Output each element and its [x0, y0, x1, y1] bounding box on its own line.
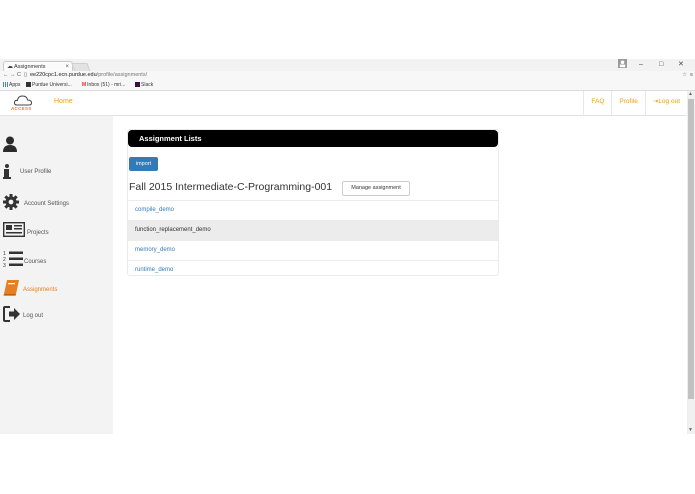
bookmark-label: Apps: [9, 82, 21, 88]
sidebar-item-label: Log out: [23, 313, 44, 319]
app-header: ACCESS Home FAQ Profile ⇥Log out: [0, 91, 695, 116]
bookmark-inbox[interactable]: MInbox (51) - mri...: [82, 80, 125, 90]
bookmark-apps[interactable]: Apps: [3, 80, 20, 90]
bookmark-label: Inbox (51) - mri...: [87, 82, 126, 88]
bookmark-purdue[interactable]: Purdue Universi...: [26, 80, 72, 90]
close-window-icon[interactable]: ✕: [678, 59, 684, 71]
menu-icon[interactable]: ≡: [690, 71, 693, 80]
assignment-list: compile_demo function_replacement_demo m…: [128, 200, 498, 280]
top-nav: FAQ Profile ⇥Log out: [583, 91, 687, 115]
scroll-up-icon[interactable]: ▲: [688, 91, 693, 97]
back-icon[interactable]: ←: [3, 71, 9, 80]
scroll-down-icon[interactable]: ▼: [688, 427, 693, 433]
address-bar: ← → C ▯ ee220cpc1.ecn.purdue.edu/profile…: [0, 71, 695, 80]
info-icon: [3, 164, 11, 179]
user-icon: [3, 136, 17, 152]
browser-window: ☁ Assignments × – □ ✕ ← → C ▯ ee220cpc1.…: [0, 59, 695, 434]
sidebar-item-label: Courses: [24, 259, 47, 265]
forward-icon[interactable]: →: [10, 71, 16, 80]
apps-icon: [3, 82, 8, 87]
svg-text:3: 3: [3, 263, 6, 267]
assignment-link[interactable]: memory_demo: [128, 240, 498, 260]
list-ordered-icon: 123: [3, 251, 23, 267]
sidebar-item-label: Assignments: [23, 287, 58, 293]
minimize-icon[interactable]: –: [639, 59, 643, 71]
bookmark-label: Slack: [141, 82, 154, 88]
reload-icon[interactable]: C: [17, 71, 21, 80]
cloud-logo-icon: [14, 95, 32, 106]
sidebar-item-label: Account Settings: [24, 201, 70, 207]
tab-strip: ☁ Assignments × – □ ✕: [0, 59, 695, 72]
access-logo[interactable]: ACCESS: [10, 94, 36, 112]
assignment-link[interactable]: function_replacement_demo: [128, 220, 498, 240]
logout-link[interactable]: ⇥Log out: [644, 91, 687, 115]
url-host: ee220cpc1.ecn.purdue.edu: [30, 72, 97, 78]
course-title: Fall 2015 Intermediate-C-Programming-001: [129, 181, 333, 193]
import-button[interactable]: import: [129, 157, 158, 171]
sidebar: User Profile Account Settings Projects 1…: [0, 116, 113, 434]
panel-header: Assignment Lists: [128, 130, 498, 147]
sidebar-item-label: Projects: [27, 230, 49, 236]
home-link[interactable]: Home: [54, 98, 73, 105]
assignment-link[interactable]: runtime_demo: [128, 260, 498, 280]
logo-text: ACCESS: [11, 106, 32, 111]
assignment-link[interactable]: compile_demo: [128, 200, 498, 220]
page-scrollbar[interactable]: ▲ ▼: [687, 91, 695, 434]
bookmarks-bar: Apps Purdue Universi... MInbox (51) - mr…: [0, 80, 695, 91]
maximize-icon[interactable]: □: [659, 59, 663, 71]
bookmark-label: Purdue Universi...: [32, 82, 72, 88]
profile-link[interactable]: Profile: [611, 91, 644, 115]
sidebar-item-label: User Profile: [20, 169, 52, 175]
url-path: /profile/assignments/: [96, 72, 148, 78]
assignment-panel: Assignment Lists import Fall 2015 Interm…: [127, 129, 499, 276]
scrollbar-thumb[interactable]: [688, 99, 694, 399]
manage-assignment-button[interactable]: Manage assignment: [342, 181, 410, 196]
page-icon: ▯: [24, 72, 28, 78]
slack-icon: [135, 82, 140, 87]
faq-link[interactable]: FAQ: [583, 91, 611, 115]
gmail-icon: M: [82, 82, 87, 88]
panel-title: Assignment Lists: [139, 134, 202, 143]
purdue-icon: [26, 82, 31, 87]
logout-label: Log out: [658, 98, 680, 105]
gear-icon: [3, 194, 19, 210]
sign-out-icon: [3, 306, 20, 322]
newspaper-icon: [3, 222, 25, 237]
book-icon: [3, 280, 19, 296]
star-icon[interactable]: ☆: [682, 71, 687, 80]
bookmark-slack[interactable]: Slack: [135, 80, 153, 90]
url-field[interactable]: ee220cpc1.ecn.purdue.edu/profile/assignm…: [30, 71, 147, 80]
